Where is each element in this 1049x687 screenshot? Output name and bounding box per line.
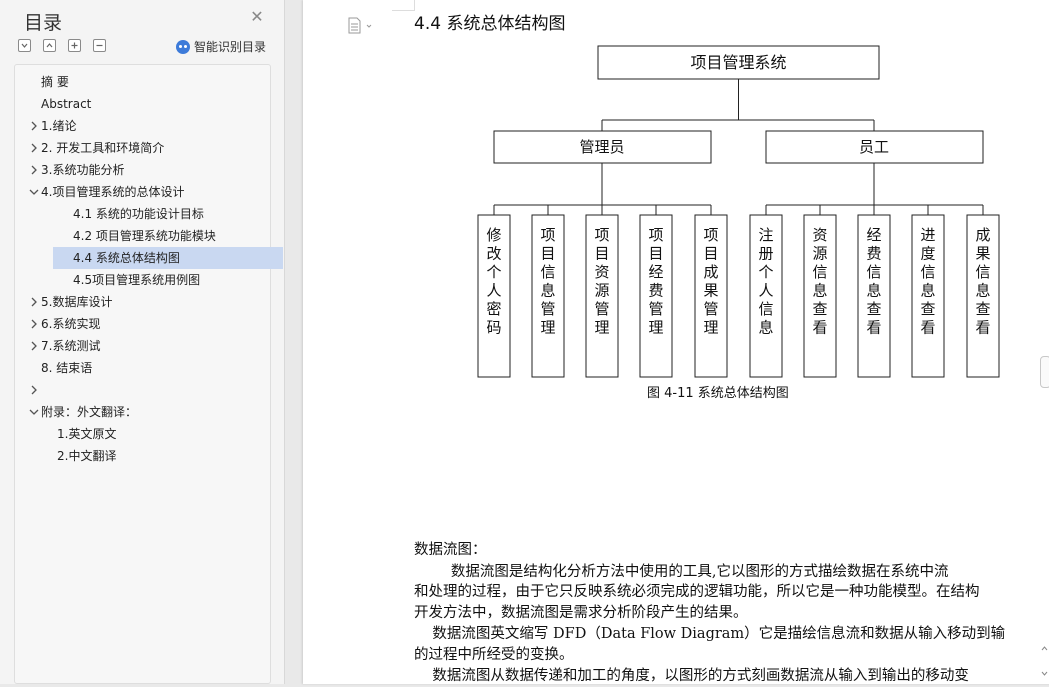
toc-item-label: 5.数据库设计 <box>41 295 113 309</box>
paragraph-line: 和处理的过程，由于它只反映系统必须完成的逻辑功能，所以它是一种功能模型。在结构 <box>414 584 980 600</box>
toc-item-label: 7.系统测试 <box>41 339 101 353</box>
leaf-node-label: 资源信息查看 <box>812 226 827 337</box>
scrollbar-arrows[interactable] <box>1040 640 1049 684</box>
toc-item-label: 4.1 系统的功能设计目标 <box>73 207 204 221</box>
remove-icon[interactable] <box>93 39 106 52</box>
chevron-right-icon[interactable] <box>29 143 39 153</box>
toc-item[interactable]: Abstract <box>41 93 91 115</box>
chevron-right-icon[interactable] <box>29 297 39 307</box>
toc-item-label: 8. 结束语 <box>41 361 93 375</box>
chevron-right-icon[interactable] <box>29 121 39 131</box>
toc-list: 摘 要 Abstract 1.绪论 2. 开发工具和环境简介 3.系统功能分析 4.项目管… <box>14 64 283 684</box>
toc-item[interactable]: 3.系统功能分析 <box>41 159 124 181</box>
paragraph-line: 开发方法中，数据流图是需求分析阶段产生的结果。 <box>414 605 748 621</box>
expand-all-icon[interactable] <box>43 39 56 52</box>
toc-item[interactable]: 8. 结束语 <box>41 357 92 379</box>
toc-item-label: 6.系统实现 <box>41 317 101 331</box>
toc-item-label: 3.系统功能分析 <box>41 163 125 177</box>
toc-item[interactable]: 2. 开发工具和环境简介 <box>41 137 164 159</box>
add-icon[interactable] <box>68 39 81 52</box>
toc-sidebar: 目录 ✕ 智能识别目录 摘 要 Abstract 1.绪论 2. 开发工具和环境简介 3… <box>0 0 285 684</box>
figure-caption: 图 4-11 系统总体结构图 <box>647 386 789 401</box>
toc-item[interactable]: 摘 要 <box>41 71 69 93</box>
toc-item-label: 4.5项目管理系统用例图 <box>73 273 201 287</box>
toc-item[interactable]: 1.绪论 <box>41 115 76 137</box>
leaf-node-label: 注册个人信息 <box>758 226 773 337</box>
toc-item[interactable]: 附录：外文翻译： <box>41 401 137 423</box>
chevron-down-icon[interactable] <box>29 407 39 417</box>
chevron-right-icon[interactable] <box>29 319 39 329</box>
root-node-label: 项目管理系统 <box>690 53 786 72</box>
group-node-label: 员工 <box>859 138 889 156</box>
toc-item[interactable]: 5.数据库设计 <box>41 291 112 313</box>
leaf-node-label: 修改个人密码 <box>486 226 501 337</box>
toc-item-label: 摘 要 <box>41 75 69 89</box>
toc-item[interactable]: 4.项目管理系统的总体设计 <box>41 181 184 203</box>
paragraph-line: 的过程中所经受的变换。 <box>414 647 574 663</box>
toc-item[interactable]: 4.5项目管理系统用例图 <box>73 269 200 291</box>
toc-item[interactable]: 4.4 系统总体结构图 <box>53 247 283 269</box>
close-icon[interactable]: ✕ <box>249 9 265 25</box>
collapse-all-icon[interactable] <box>18 39 31 52</box>
toc-title: 目录 <box>24 12 63 34</box>
leaf-node-label: 成果信息查看 <box>975 226 990 337</box>
toc-item[interactable]: 6.系统实现 <box>41 313 100 335</box>
toc-item-label: 附录：外文翻译： <box>41 405 138 419</box>
leaf-node-label: 项目信息管理 <box>540 226 555 337</box>
group-node-label: 管理员 <box>579 138 624 156</box>
smart-robot-icon <box>176 39 190 54</box>
toc-item-label: 4.2 项目管理系统功能模块 <box>73 229 216 243</box>
chevron-right-icon[interactable] <box>29 385 39 395</box>
paragraph-line: 数据流图英文缩写 DFD（Data Flow Diagram）它是描绘信息流和数… <box>414 626 1006 642</box>
chevron-right-icon[interactable] <box>29 341 39 351</box>
toc-item-label: Abstract <box>41 97 92 111</box>
leaf-node-label: 进度信息查看 <box>920 226 935 337</box>
leaf-node-label: 项目经费管理 <box>648 226 663 337</box>
paragraph-line: 数据流图： <box>414 542 487 558</box>
document-options-icon[interactable] <box>347 17 373 35</box>
toc-item[interactable]: 2.中文翻译 <box>57 445 116 467</box>
paragraph-line: 数据流图是结构化分析方法中使用的工具,它以图形的方式描绘数据在系统中流 <box>414 564 949 580</box>
toc-item-label: 2.中文翻译 <box>57 449 117 463</box>
toc-item-label: 4.项目管理系统的总体设计 <box>41 185 185 199</box>
toc-item[interactable]: 7.系统测试 <box>41 335 100 357</box>
toc-item[interactable]: 4.2 项目管理系统功能模块 <box>73 225 216 247</box>
structure-diagram: 项目管理系统管理员修改个人密码 项目信息管理 项目资源管理 项目经费管理 项目成果管理 员… <box>477 45 1000 378</box>
chevron-down-icon[interactable] <box>29 187 39 197</box>
section-heading: 4.4 系统总体结构图 <box>414 14 566 34</box>
toc-item[interactable]: 4.1 系统的功能设计目标 <box>73 203 204 225</box>
leaf-node-label: 项目成果管理 <box>703 226 718 337</box>
toc-item-label: 4.4 系统总体结构图 <box>73 251 180 265</box>
toc-toolbar <box>18 39 106 52</box>
leaf-node-label: 项目资源管理 <box>594 226 609 337</box>
smart-toc-button[interactable]: 智能识别目录 <box>176 38 266 55</box>
vertical-scrollbar-thumb[interactable] <box>1040 356 1049 388</box>
toc-item-label: 1.英文原文 <box>57 427 117 441</box>
smart-toc-label: 智能识别目录 <box>194 40 267 54</box>
page-corner-mark <box>392 0 415 11</box>
leaf-node-label: 经费信息查看 <box>866 226 881 337</box>
toc-item-label: 1.绪论 <box>41 119 77 133</box>
chevron-right-icon[interactable] <box>29 165 39 175</box>
toc-item[interactable]: 1.英文原文 <box>57 423 116 445</box>
toc-item-label: 2. 开发工具和环境简介 <box>41 141 165 155</box>
